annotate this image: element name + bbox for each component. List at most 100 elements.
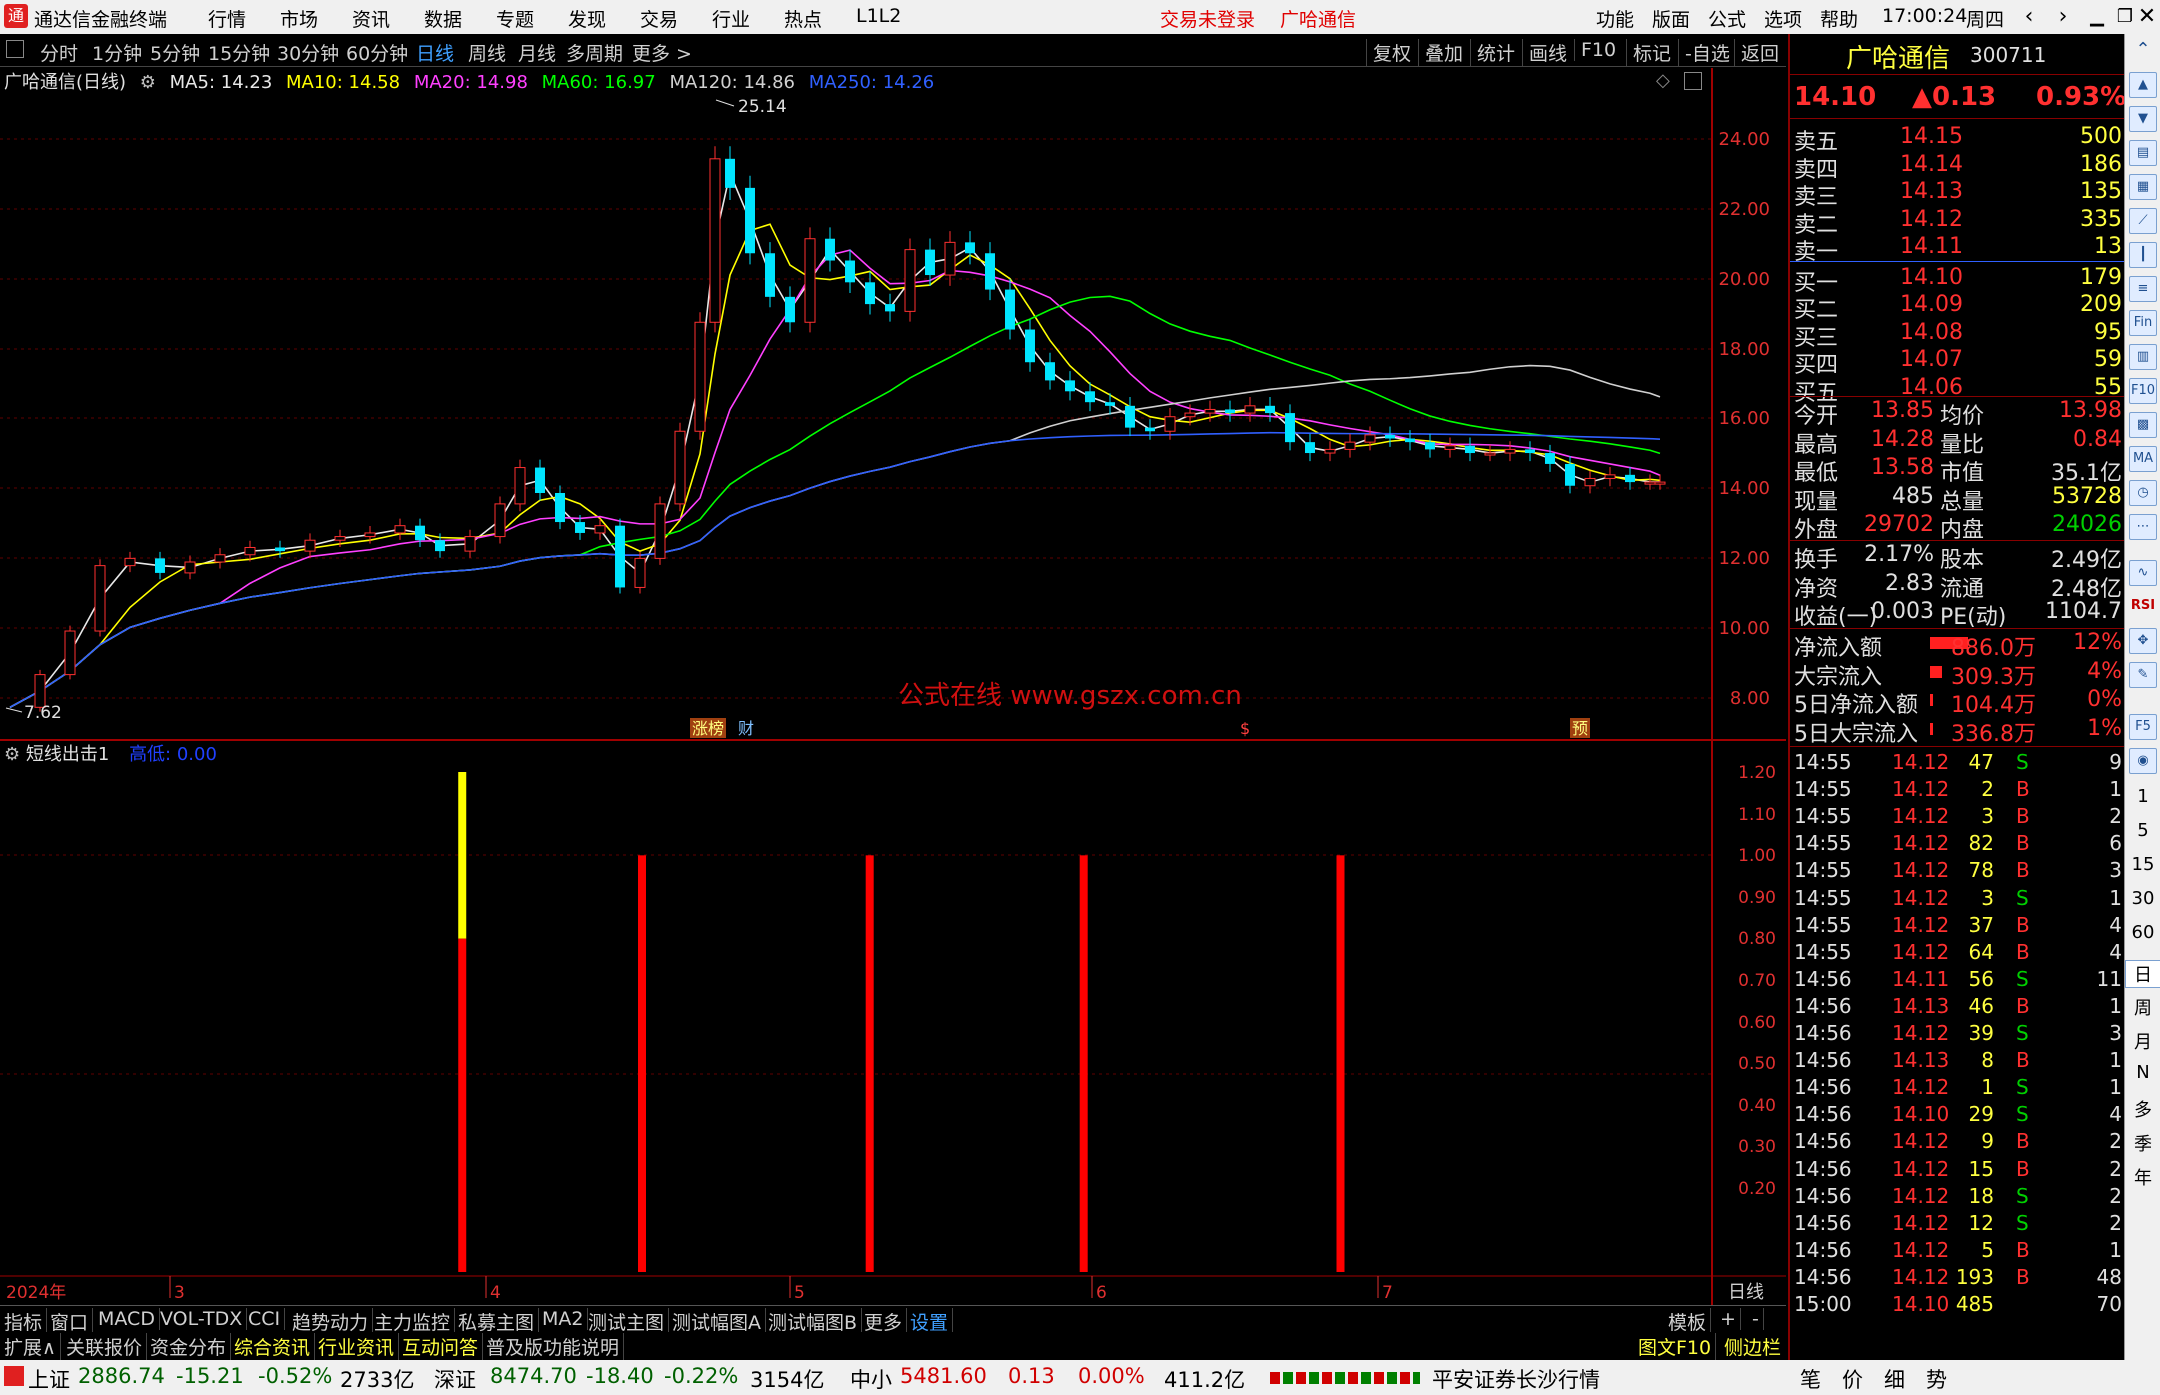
pen-icon[interactable]: ✎	[2129, 662, 2157, 688]
line-chart-icon[interactable]: ⟋	[2129, 208, 2157, 234]
menu-item[interactable]: 市场	[280, 5, 318, 32]
expand-button[interactable]: 扩展∧	[0, 1333, 61, 1360]
tab-news[interactable]: 综合资讯	[230, 1333, 316, 1360]
tab-private[interactable]: 私募主图	[454, 1308, 540, 1335]
tab-funds[interactable]: 资金分布	[146, 1333, 232, 1360]
f10-icon[interactable]: F10	[2129, 378, 2157, 404]
menu-item[interactable]: 专题	[496, 5, 534, 32]
order-book-row[interactable]: 卖五 14.15 500	[1792, 124, 2122, 155]
dots-icon[interactable]: ⋯	[2129, 514, 2157, 540]
tab-window[interactable]: 窗口	[46, 1308, 94, 1335]
menu-item[interactable]: 交易	[640, 5, 678, 32]
f5-icon[interactable]: F5	[2129, 714, 2157, 740]
period-year[interactable]: 年	[2125, 1164, 2160, 1190]
period-n[interactable]: N	[2125, 1062, 2160, 1083]
menu-item[interactable]: L1L2	[856, 5, 901, 27]
f10-button[interactable]: 图文F10	[1634, 1333, 1717, 1360]
order-book-row[interactable]: 买一 14.10 179	[1792, 265, 2122, 296]
remove-button[interactable]: -	[1748, 1308, 1764, 1330]
event-marker[interactable]: $	[1240, 719, 1250, 738]
period-tab[interactable]: 月线	[518, 39, 556, 66]
toolbar-button[interactable]: 叠加	[1418, 39, 1463, 66]
tab-test-main[interactable]: 测试主图	[584, 1308, 670, 1335]
back-icon[interactable]: ‹	[2012, 2, 2046, 32]
period-week[interactable]: 周	[2125, 994, 2160, 1020]
period-tab[interactable]: 周线	[468, 39, 506, 66]
add-button[interactable]: +	[1716, 1308, 1741, 1330]
grid-icon[interactable]: ▩	[2129, 412, 2157, 438]
settings-icon[interactable]: ⚙	[4, 744, 20, 765]
menu-item[interactable]: 资讯	[352, 5, 390, 32]
table-icon[interactable]: ▦	[2129, 174, 2157, 200]
fin-icon[interactable]: Fin	[2129, 310, 2157, 336]
menu-item[interactable]: 帮助	[1820, 5, 1858, 32]
tab-help[interactable]: 普及版功能说明	[482, 1333, 625, 1360]
period-tab-active[interactable]: 日线	[416, 39, 454, 66]
book-icon[interactable]: ▥	[2129, 344, 2157, 370]
wave-icon[interactable]: ∿	[2129, 560, 2157, 586]
template-button[interactable]: 模板	[1664, 1308, 1712, 1335]
event-marker[interactable]: 财	[738, 719, 754, 738]
menu-item[interactable]: 热点	[784, 5, 822, 32]
toolbar-button[interactable]: -自选	[1678, 39, 1730, 66]
collapse-icon[interactable]: ⌃	[2129, 38, 2157, 64]
tab-trend[interactable]: 趋势动力	[288, 1308, 374, 1335]
news-icon[interactable]: ▤	[2129, 140, 2157, 166]
order-book-row[interactable]: 卖三 14.13 135	[1792, 179, 2122, 210]
tab-qa[interactable]: 互动问答	[398, 1333, 484, 1360]
order-book-row[interactable]: 卖一 14.11 13	[1792, 234, 2122, 265]
expand-icon[interactable]	[1684, 72, 1702, 90]
list-icon[interactable]: ≡	[2129, 276, 2157, 302]
menu-item[interactable]: 行业	[712, 5, 750, 32]
up-arrow-icon[interactable]: ▲	[2129, 72, 2157, 98]
rsi-icon[interactable]: RSI	[2129, 594, 2157, 620]
period-5min[interactable]: 5	[2125, 820, 2160, 841]
tab-cci[interactable]: CCI	[244, 1308, 286, 1330]
green-icon[interactable]: ◉	[2129, 748, 2157, 774]
period-quarter[interactable]: 季	[2125, 1130, 2160, 1156]
cross-icon[interactable]: ✥	[2129, 628, 2157, 654]
period-tab[interactable]: 15分钟	[208, 39, 270, 66]
tab-test-a[interactable]: 测试幅图A	[668, 1308, 766, 1335]
period-tab[interactable]: 多周期	[566, 39, 623, 66]
event-marker[interactable]: 预	[1572, 719, 1588, 738]
period-60min[interactable]: 60	[2125, 922, 2160, 943]
tab-trend[interactable]: 势	[1926, 1364, 1947, 1394]
toggle-icon[interactable]	[6, 40, 24, 58]
order-book-row[interactable]: 卖四 14.14 186	[1792, 152, 2122, 183]
period-month[interactable]: 月	[2125, 1028, 2160, 1054]
menu-item[interactable]: 行情	[208, 5, 246, 32]
tab-macd[interactable]: MACD	[94, 1308, 160, 1330]
toolbar-button[interactable]: 统计	[1470, 39, 1515, 66]
menu-item[interactable]: 选项	[1764, 5, 1802, 32]
toolbar-button[interactable]: 复权	[1366, 39, 1411, 66]
trade-status[interactable]: 交易未登录	[1160, 5, 1255, 32]
menu-item[interactable]: 版面	[1652, 5, 1690, 32]
period-day[interactable]: 日	[2125, 960, 2160, 988]
down-arrow-icon[interactable]: ▼	[2129, 106, 2157, 132]
zx-name[interactable]: 中小	[850, 1364, 892, 1394]
settings-icon[interactable]: ⚙	[140, 72, 156, 93]
period-tab[interactable]: 分时	[40, 39, 78, 66]
tab-industry-news[interactable]: 行业资讯	[314, 1333, 400, 1360]
period-tab[interactable]: 30分钟	[277, 39, 339, 66]
period-tab[interactable]: 5分钟	[150, 39, 200, 66]
diamond-icon[interactable]: ◇	[1656, 70, 1670, 91]
toolbar-button[interactable]: F10	[1574, 39, 1616, 61]
tab-detail[interactable]: 细	[1884, 1364, 1905, 1394]
sz-name[interactable]: 深证	[434, 1364, 476, 1394]
ma-icon[interactable]: MA	[2129, 446, 2157, 472]
menu-item[interactable]: 功能	[1596, 5, 1634, 32]
tab-test-b[interactable]: 测试幅图B	[764, 1308, 863, 1335]
indicator-title[interactable]: 短线出击1	[26, 744, 109, 765]
period-tab[interactable]: 60分钟	[346, 39, 408, 66]
sh-name[interactable]: 上证	[28, 1364, 70, 1394]
tab-settings[interactable]: 设置	[906, 1308, 954, 1335]
period-1min[interactable]: 1	[2125, 786, 2160, 807]
tab-price[interactable]: 价	[1842, 1364, 1863, 1394]
forward-icon[interactable]: ›	[2046, 2, 2080, 32]
period-tab[interactable]: 1分钟	[92, 39, 142, 66]
tab-vol[interactable]: VOL-TDX	[156, 1308, 248, 1330]
event-marker[interactable]: 涨榜	[692, 719, 724, 738]
chart-icon[interactable]: ◷	[2129, 480, 2157, 506]
